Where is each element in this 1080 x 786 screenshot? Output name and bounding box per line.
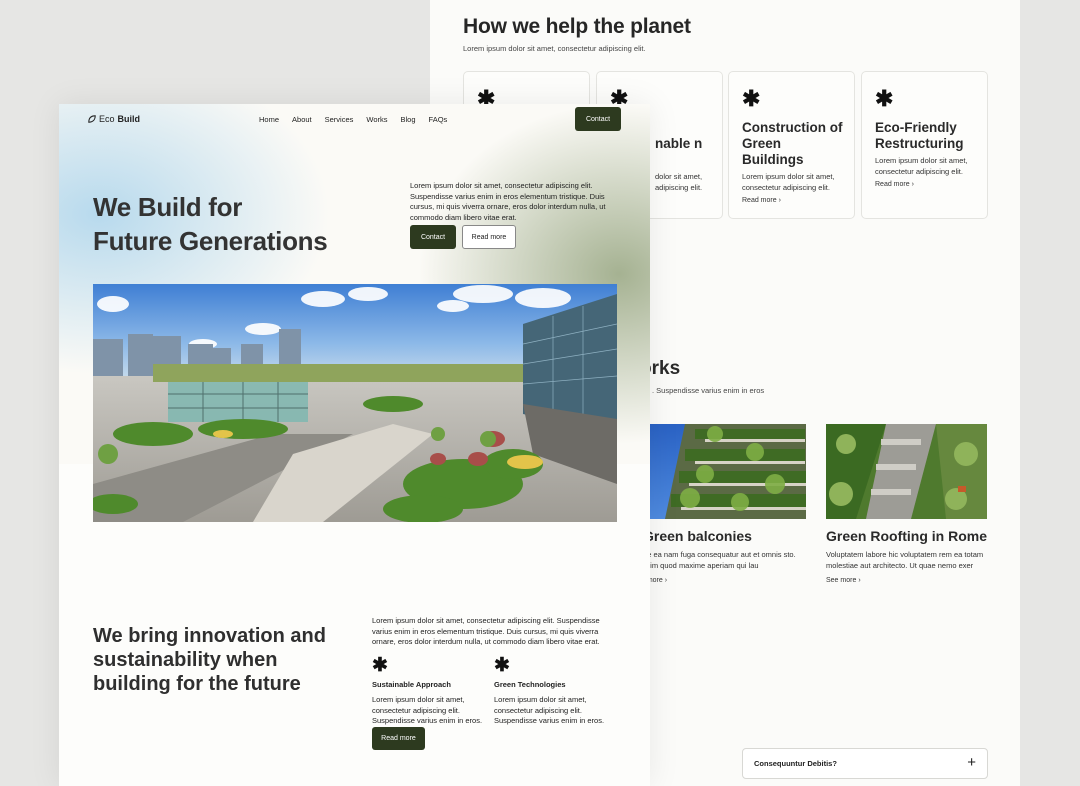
nav-home[interactable]: Home	[259, 115, 279, 124]
front-page-mockup: Eco Build Home About Services Works Blog …	[59, 104, 650, 786]
work-title: Green Roofting in Rome	[826, 528, 987, 544]
hero-title: We Build for Future Generations	[93, 190, 328, 259]
nav-faqs[interactable]: FAQs	[429, 115, 448, 124]
hero-contact-button[interactable]: Contact	[410, 225, 456, 249]
work-card-green-balconies[interactable]: Green balconies tae ea nam fuga consequa…	[641, 424, 806, 584]
chevron-right-icon: ›	[858, 576, 861, 584]
innovation-section-text: Lorem ipsum dolor sit amet, consectetur …	[372, 616, 600, 646]
feature-green-technologies: ✱ Green Technologies Lorem ipsum dolor s…	[494, 656, 609, 727]
hero-description: Lorem ipsum dolor sit amet, consectetur …	[410, 181, 606, 222]
green-roofing-image	[826, 424, 987, 519]
hero-title-line-1: We Build for	[93, 192, 243, 222]
hero-read-more-button[interactable]: Read more	[462, 225, 516, 249]
faq-item[interactable]: Consequuntur Debitis? +	[742, 748, 988, 779]
innovation-section-title: We bring innovation and sustainability w…	[93, 625, 326, 695]
chevron-right-icon: ›	[778, 197, 781, 204]
feature-text: Lorem ipsum dolor sit amet, consectetur …	[372, 695, 483, 725]
section-title-help-planet: How we help the planet	[463, 15, 691, 38]
chevron-right-icon: ›	[911, 181, 914, 188]
service-card-3[interactable]: ✱ Construction of Green Buildings Lorem …	[728, 71, 855, 219]
feature-title: Sustainable Approach	[372, 680, 451, 689]
asterisk-icon: ✱	[875, 86, 894, 111]
hero-title-line-2: Future Generations	[93, 226, 328, 257]
card-text: Lorem ipsum dolor sit amet, consectetur …	[875, 156, 968, 176]
see-more-link[interactable]: See more ›	[826, 577, 987, 584]
card-title: nable n	[655, 136, 703, 151]
section-read-more-button[interactable]: Read more	[372, 727, 425, 750]
nav-blog[interactable]: Blog	[401, 115, 416, 124]
plus-icon[interactable]: +	[967, 754, 976, 771]
work-card-green-roofing[interactable]: Green Roofting in Rome Voluptatem labore…	[826, 424, 987, 584]
asterisk-icon: ✱	[494, 655, 510, 676]
hero-city-image	[93, 284, 617, 522]
asterisk-icon: ✱	[372, 655, 388, 676]
service-card-4[interactable]: ✱ Eco-Friendly Restructuring Lorem ipsum…	[861, 71, 988, 219]
works-subtitle: . Suspendisse varius enim in eros	[652, 386, 765, 395]
nav-services[interactable]: Services	[325, 115, 354, 124]
section-subtitle: Lorem ipsum dolor sit amet, consectetur …	[463, 44, 646, 53]
work-text: Voluptatem labore hic voluptatem rem ea …	[826, 549, 984, 570]
chevron-right-icon: ›	[664, 576, 668, 584]
logo-text-bold: Build	[117, 114, 141, 124]
main-nav: Home About Services Works Blog FAQs	[259, 115, 447, 124]
feature-sustainable-approach: ✱ Sustainable Approach Lorem ipsum dolor…	[372, 656, 487, 727]
logo[interactable]: Eco Build	[88, 114, 140, 124]
read-more-label: Read more	[742, 197, 777, 204]
see-more-label: See more	[826, 576, 857, 584]
read-more-label: Read more	[875, 181, 910, 188]
card-text: Lorem ipsum dolor sit amet, consectetur …	[742, 172, 835, 192]
asterisk-icon: ✱	[742, 86, 761, 111]
green-balconies-image	[645, 424, 806, 519]
card-title: Construction of Green Buildings	[742, 120, 843, 168]
logo-leaf-icon	[88, 115, 96, 123]
feature-title: Green Technologies	[494, 680, 566, 689]
logo-text-prefix: Eco	[99, 114, 115, 124]
nav-works[interactable]: Works	[366, 115, 387, 124]
work-title: Green balconies	[643, 528, 752, 544]
feature-text: Lorem ipsum dolor sit amet, consectetur …	[494, 695, 605, 725]
card-title: Eco-Friendly Restructuring	[875, 120, 964, 152]
card-text: dolor sit amet, adipiscing elit.	[655, 172, 703, 192]
read-more-link[interactable]: Read more ›	[875, 181, 914, 188]
nav-about[interactable]: About	[292, 115, 312, 124]
faq-question: Consequuntur Debitis?	[754, 759, 837, 768]
read-more-link[interactable]: Read more ›	[742, 197, 781, 204]
nav-contact-button[interactable]: Contact	[575, 107, 621, 131]
see-more-link[interactable]: e more ›	[641, 577, 806, 584]
work-text: tae ea nam fuga consequatur aut et omnis…	[641, 549, 796, 570]
